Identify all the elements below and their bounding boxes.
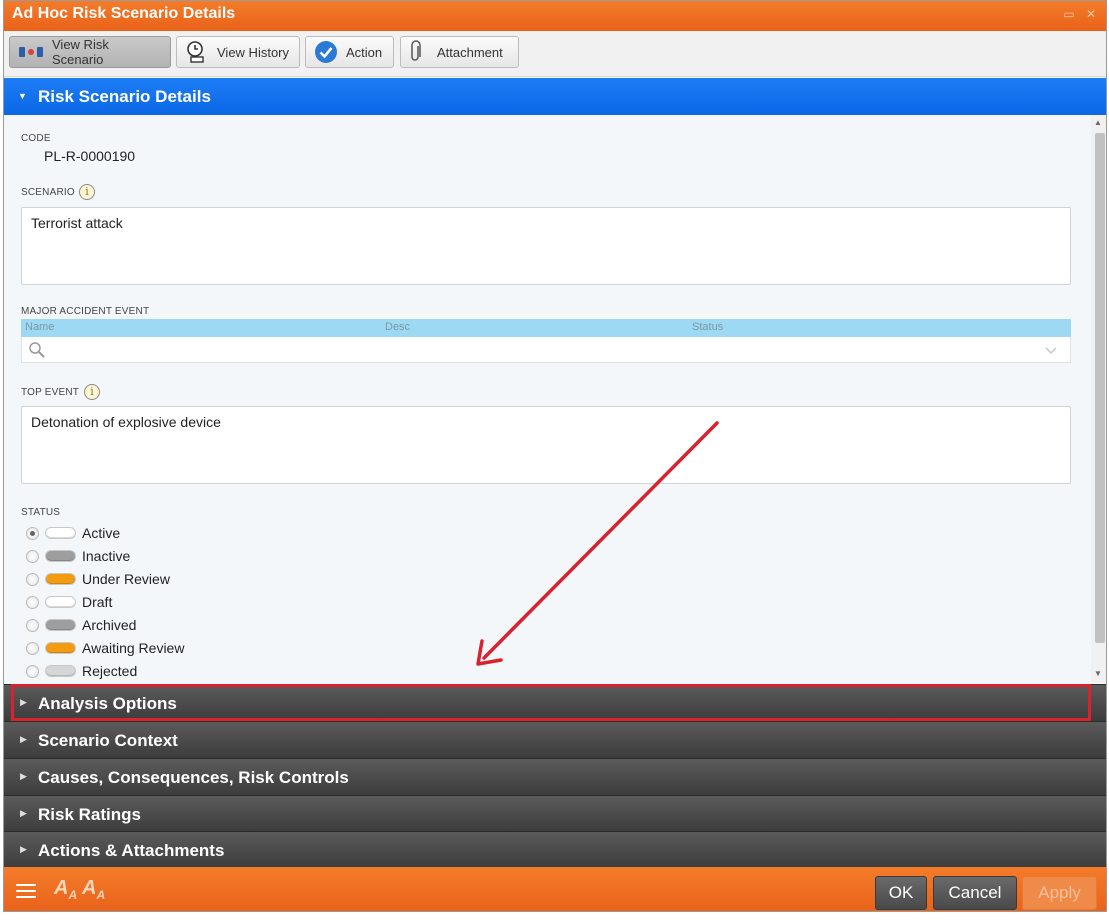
- major-accident-event-grid-header: Name Desc Status: [21, 319, 1071, 337]
- expand-right-icon: ▶: [20, 771, 27, 781]
- attachment-label: Attachment: [437, 44, 503, 60]
- radio-button[interactable]: [26, 618, 39, 632]
- action-button[interactable]: Action: [305, 36, 394, 68]
- expand-right-icon: ▶: [20, 734, 27, 744]
- vertical-scrollbar[interactable]: ▲ ▼: [1091, 115, 1106, 683]
- accordion-risk-ratings[interactable]: ▶ Risk Ratings: [4, 795, 1106, 832]
- font-increase-icon[interactable]: AA: [82, 877, 105, 902]
- risk-scenario-icon: [18, 45, 44, 59]
- column-header-desc[interactable]: Desc: [385, 321, 410, 333]
- status-option-label: Awaiting Review: [82, 640, 185, 656]
- cancel-button[interactable]: Cancel: [933, 876, 1017, 910]
- hamburger-menu-icon[interactable]: [16, 884, 36, 898]
- accordion-label: Analysis Options: [38, 694, 177, 713]
- status-option-active[interactable]: Active: [26, 523, 120, 543]
- close-icon[interactable]: ✕: [1084, 7, 1098, 21]
- dialog-window: Ad Hoc Risk Scenario Details ▭ ✕ View Ri…: [3, 0, 1107, 912]
- status-option-awaiting-review[interactable]: Awaiting Review: [26, 638, 184, 658]
- column-header-name[interactable]: Name: [25, 321, 54, 333]
- radio-button[interactable]: [26, 526, 39, 540]
- status-color-swatch: [45, 619, 76, 631]
- attachment-button[interactable]: Attachment: [400, 36, 519, 68]
- status-option-label: Draft: [82, 594, 113, 610]
- scroll-down-icon[interactable]: ▼: [1094, 669, 1102, 678]
- view-risk-scenario-button[interactable]: View Risk Scenario: [9, 36, 171, 68]
- risk-scenario-details-header[interactable]: ▼ Risk Scenario Details: [4, 78, 1106, 115]
- window-title: Ad Hoc Risk Scenario Details: [12, 5, 236, 22]
- font-decrease-icon[interactable]: AA: [54, 877, 77, 902]
- scroll-up-icon[interactable]: ▲: [1094, 118, 1102, 127]
- ok-button[interactable]: OK: [875, 876, 927, 910]
- status-option-rejected[interactable]: Rejected: [26, 661, 137, 681]
- status-option-label: Rejected: [82, 663, 138, 679]
- status-option-under-review[interactable]: Under Review: [26, 569, 170, 589]
- code-label: CODE: [21, 133, 51, 144]
- info-icon[interactable]: i: [84, 384, 100, 400]
- chevron-down-icon[interactable]: [1044, 343, 1058, 361]
- major-accident-event-search-row[interactable]: [21, 337, 1071, 363]
- status-option-label: Active: [82, 525, 121, 541]
- accordion-label: Causes, Consequences, Risk Controls: [38, 768, 349, 787]
- status-option-archived[interactable]: Archived: [26, 615, 136, 635]
- radio-button[interactable]: [26, 595, 39, 609]
- status-color-swatch: [45, 573, 76, 585]
- status-option-draft[interactable]: Draft: [26, 592, 112, 612]
- expand-down-icon: ▼: [18, 91, 27, 101]
- expand-right-icon: ▶: [20, 808, 27, 818]
- accordion-label: Actions & Attachments: [38, 841, 225, 860]
- action-label: Action: [346, 44, 383, 60]
- status-label: STATUS: [21, 507, 61, 518]
- search-icon[interactable]: [28, 341, 46, 364]
- scenario-label: SCENARIO: [21, 187, 75, 198]
- top-event-label: TOP EVENT: [21, 387, 80, 398]
- accordion-actions-attachments[interactable]: ▶ Actions & Attachments: [4, 831, 1106, 868]
- paperclip-icon: [409, 40, 423, 64]
- scenario-textarea[interactable]: Terrorist attack: [21, 207, 1071, 285]
- major-accident-event-label: MAJOR ACCIDENT EVENT: [21, 306, 150, 317]
- code-value: PL-R-0000190: [44, 148, 136, 164]
- title-bar: Ad Hoc Risk Scenario Details ▭ ✕: [4, 1, 1106, 31]
- accordion-analysis-options[interactable]: ▶ Analysis Options: [4, 684, 1106, 721]
- status-color-swatch: [45, 642, 76, 654]
- accordion-causes-consequences-risk-controls[interactable]: ▶ Causes, Consequences, Risk Controls: [4, 758, 1106, 795]
- expand-right-icon: ▶: [20, 844, 27, 854]
- accordion-scenario-context[interactable]: ▶ Scenario Context: [4, 721, 1106, 758]
- top-event-textarea[interactable]: Detonation of explosive device: [21, 406, 1071, 484]
- radio-button[interactable]: [26, 549, 39, 563]
- footer-bar: AA AA OK Cancel Apply: [4, 867, 1106, 911]
- accordion-label: Scenario Context: [38, 731, 178, 750]
- status-color-swatch: [45, 665, 76, 677]
- status-color-swatch: [45, 550, 76, 562]
- expand-right-icon: ▶: [20, 697, 27, 707]
- info-icon[interactable]: i: [79, 184, 95, 200]
- view-risk-scenario-label: View Risk Scenario: [52, 37, 109, 67]
- toolbar: View Risk Scenario View History Action A…: [4, 31, 1106, 77]
- radio-button[interactable]: [26, 641, 39, 655]
- view-history-button[interactable]: View History: [176, 36, 300, 68]
- status-option-label: Under Review: [82, 571, 170, 587]
- view-history-label: View History: [217, 44, 290, 60]
- scrollbar-thumb[interactable]: [1095, 133, 1105, 643]
- status-option-label: Inactive: [82, 548, 131, 564]
- accordion-label: Risk Ratings: [38, 805, 141, 824]
- apply-button[interactable]: Apply: [1022, 876, 1097, 910]
- section-title: Risk Scenario Details: [38, 87, 211, 106]
- history-icon: [185, 40, 209, 64]
- status-option-label: Archived: [82, 617, 137, 633]
- maximize-icon[interactable]: ▭: [1062, 7, 1076, 21]
- status-option-inactive[interactable]: Inactive: [26, 546, 130, 566]
- checkmark-circle-icon: [314, 40, 338, 64]
- radio-button[interactable]: [26, 664, 39, 678]
- radio-button[interactable]: [26, 572, 39, 586]
- details-content: CODE PL-R-0000190 SCENARIO i Terrorist a…: [4, 115, 1091, 683]
- status-color-swatch: [45, 527, 76, 539]
- column-header-status[interactable]: Status: [692, 321, 723, 333]
- status-color-swatch: [45, 596, 76, 608]
